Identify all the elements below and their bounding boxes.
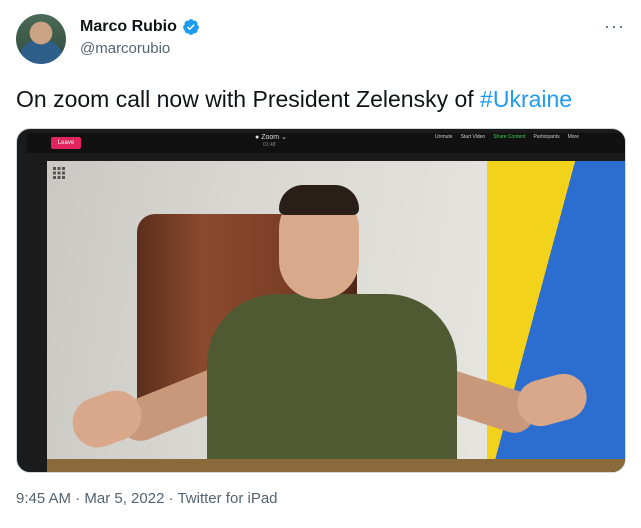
avatar[interactable] — [16, 14, 66, 64]
author-handle[interactable]: @marcorubio — [80, 40, 170, 57]
person-hair — [279, 185, 359, 215]
zoom-leave-button: Leave — [51, 137, 81, 149]
author-display-name[interactable]: Marco Rubio — [80, 18, 177, 36]
zoom-title: ● Zoom ⌄ — [255, 134, 287, 141]
person-shirt — [207, 294, 457, 472]
zoom-control-start-video: Start Video — [460, 134, 486, 140]
tweet-media-photo[interactable]: Leave ● Zoom ⌄ 01:48 Unmute Start Video … — [16, 128, 626, 473]
tweet-text-body: On zoom call now with President Zelensky… — [16, 86, 481, 112]
more-options-icon[interactable]: ··· — [604, 16, 625, 37]
author-name-row: Marco Rubio — [80, 18, 200, 36]
zoom-control-unmute: Unmute — [435, 134, 453, 140]
zoom-control-participants: Participants — [533, 134, 560, 140]
zoom-controls: Unmute Start Video Share Content Partici… — [435, 134, 579, 140]
tweet-text: On zoom call now with President Zelensky… — [16, 84, 572, 114]
desk — [47, 459, 625, 472]
hashtag-link[interactable]: #Ukraine — [480, 86, 572, 112]
zoom-title-text: Zoom — [261, 134, 280, 141]
zoom-control-share: Share Content — [493, 134, 526, 140]
verified-badge-icon — [183, 19, 199, 35]
grid-icon — [53, 167, 65, 179]
tweet-metadata[interactable]: 9:45 AM · Mar 5, 2022 · Twitter for iPad — [16, 490, 278, 507]
zoom-timer: 01:48 — [263, 142, 276, 148]
zoom-control-more: More — [567, 134, 579, 140]
